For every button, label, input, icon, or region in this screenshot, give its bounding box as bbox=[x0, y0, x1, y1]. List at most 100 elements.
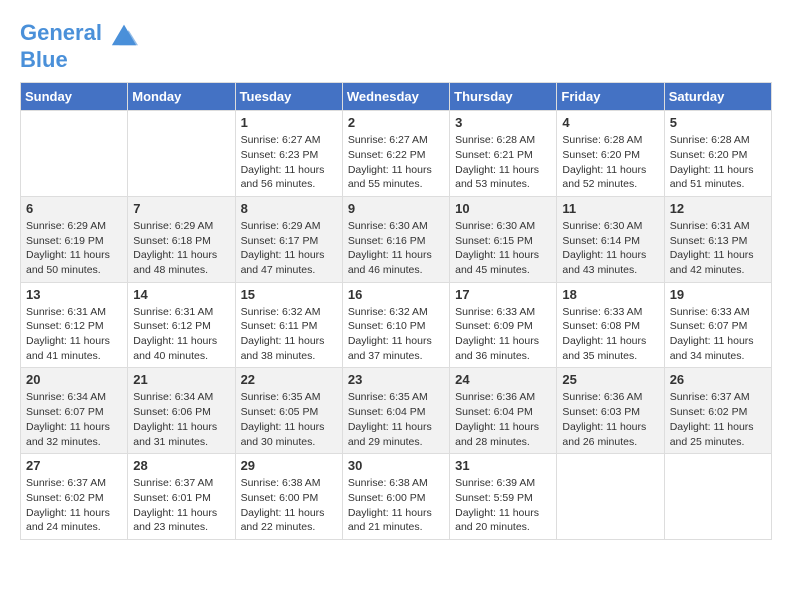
day-number: 28 bbox=[133, 458, 229, 473]
day-number: 31 bbox=[455, 458, 551, 473]
day-number: 11 bbox=[562, 201, 658, 216]
day-info: Sunrise: 6:38 AM Sunset: 6:00 PM Dayligh… bbox=[348, 476, 444, 535]
logo-blue: Blue bbox=[20, 48, 138, 72]
weekday-header: Tuesday bbox=[235, 83, 342, 111]
day-info: Sunrise: 6:30 AM Sunset: 6:15 PM Dayligh… bbox=[455, 219, 551, 278]
day-info: Sunrise: 6:30 AM Sunset: 6:14 PM Dayligh… bbox=[562, 219, 658, 278]
calendar-cell: 25 Sunrise: 6:36 AM Sunset: 6:03 PM Dayli… bbox=[557, 368, 664, 454]
day-number: 7 bbox=[133, 201, 229, 216]
calendar-cell bbox=[664, 454, 771, 540]
weekday-header: Sunday bbox=[21, 83, 128, 111]
calendar-cell: 6 Sunrise: 6:29 AM Sunset: 6:19 PM Daylig… bbox=[21, 196, 128, 282]
calendar-cell: 14Sunrise: 6:31 AM Sunset: 6:12 PM Dayli… bbox=[128, 282, 235, 368]
day-number: 16 bbox=[348, 287, 444, 302]
calendar-cell: 28 Sunrise: 6:37 AM Sunset: 6:01 PM Dayli… bbox=[128, 454, 235, 540]
day-info: Sunrise: 6:37 AM Sunset: 6:02 PM Dayligh… bbox=[670, 390, 766, 449]
day-number: 9 bbox=[348, 201, 444, 216]
calendar-cell: 4 Sunrise: 6:28 AM Sunset: 6:20 PM Daylig… bbox=[557, 111, 664, 197]
calendar-cell: 31 Sunrise: 6:39 AM Sunset: 5:59 PM Dayli… bbox=[450, 454, 557, 540]
day-number: 27 bbox=[26, 458, 122, 473]
calendar-cell: 20 Sunrise: 6:34 AM Sunset: 6:07 PM Dayli… bbox=[21, 368, 128, 454]
day-number: 3 bbox=[455, 115, 551, 130]
day-info: Sunrise: 6:37 AM Sunset: 6:02 PM Dayligh… bbox=[26, 476, 122, 535]
calendar-cell: 19 Sunrise: 6:33 AM Sunset: 6:07 PM Dayli… bbox=[664, 282, 771, 368]
calendar-cell: 23 Sunrise: 6:35 AM Sunset: 6:04 PM Dayli… bbox=[342, 368, 449, 454]
weekday-header: Monday bbox=[128, 83, 235, 111]
weekday-header: Saturday bbox=[664, 83, 771, 111]
day-number: 4 bbox=[562, 115, 658, 130]
day-number: 18 bbox=[562, 287, 658, 302]
day-info: Sunrise: 6:28 AM Sunset: 6:20 PM Dayligh… bbox=[562, 133, 658, 192]
day-info: Sunrise: 6:37 AM Sunset: 6:01 PM Dayligh… bbox=[133, 476, 229, 535]
day-number: 20 bbox=[26, 372, 122, 387]
calendar-table: SundayMondayTuesdayWednesdayThursdayFrid… bbox=[20, 82, 772, 540]
calendar-cell bbox=[557, 454, 664, 540]
day-info: Sunrise: 6:31 AM Sunset: 6:13 PM Dayligh… bbox=[670, 219, 766, 278]
calendar-cell: 24 Sunrise: 6:36 AM Sunset: 6:04 PM Dayli… bbox=[450, 368, 557, 454]
day-info: Sunrise: 6:36 AM Sunset: 6:03 PM Dayligh… bbox=[562, 390, 658, 449]
day-number: 23 bbox=[348, 372, 444, 387]
day-number: 10 bbox=[455, 201, 551, 216]
calendar-cell bbox=[128, 111, 235, 197]
day-info: Sunrise: 6:39 AM Sunset: 5:59 PM Dayligh… bbox=[455, 476, 551, 535]
calendar-cell: 12 Sunrise: 6:31 AM Sunset: 6:13 PM Dayli… bbox=[664, 196, 771, 282]
calendar-cell: 18 Sunrise: 6:33 AM Sunset: 6:08 PM Dayli… bbox=[557, 282, 664, 368]
day-info: Sunrise: 6:31 AM Sunset: 6:12 PM Dayligh… bbox=[133, 305, 229, 364]
day-number: 8 bbox=[241, 201, 337, 216]
calendar-cell: 3 Sunrise: 6:28 AM Sunset: 6:21 PM Daylig… bbox=[450, 111, 557, 197]
day-number: 19 bbox=[670, 287, 766, 302]
day-info: Sunrise: 6:33 AM Sunset: 6:08 PM Dayligh… bbox=[562, 305, 658, 364]
day-info: Sunrise: 6:29 AM Sunset: 6:18 PM Dayligh… bbox=[133, 219, 229, 278]
day-info: Sunrise: 6:33 AM Sunset: 6:07 PM Dayligh… bbox=[670, 305, 766, 364]
day-info: Sunrise: 6:34 AM Sunset: 6:07 PM Dayligh… bbox=[26, 390, 122, 449]
day-number: 6 bbox=[26, 201, 122, 216]
day-info: Sunrise: 6:31 AM Sunset: 6:12 PM Dayligh… bbox=[26, 305, 122, 364]
day-number: 12 bbox=[670, 201, 766, 216]
page-header: General Blue bbox=[20, 20, 772, 72]
day-info: Sunrise: 6:29 AM Sunset: 6:19 PM Dayligh… bbox=[26, 219, 122, 278]
day-number: 24 bbox=[455, 372, 551, 387]
calendar-cell: 1Sunrise: 6:27 AM Sunset: 6:23 PM Daylig… bbox=[235, 111, 342, 197]
day-info: Sunrise: 6:30 AM Sunset: 6:16 PM Dayligh… bbox=[348, 219, 444, 278]
day-info: Sunrise: 6:34 AM Sunset: 6:06 PM Dayligh… bbox=[133, 390, 229, 449]
day-info: Sunrise: 6:32 AM Sunset: 6:10 PM Dayligh… bbox=[348, 305, 444, 364]
calendar-cell: 7 Sunrise: 6:29 AM Sunset: 6:18 PM Daylig… bbox=[128, 196, 235, 282]
day-number: 22 bbox=[241, 372, 337, 387]
weekday-header: Wednesday bbox=[342, 83, 449, 111]
calendar-cell: 15 Sunrise: 6:32 AM Sunset: 6:11 PM Dayli… bbox=[235, 282, 342, 368]
day-info: Sunrise: 6:32 AM Sunset: 6:11 PM Dayligh… bbox=[241, 305, 337, 364]
calendar-cell: 9 Sunrise: 6:30 AM Sunset: 6:16 PM Daylig… bbox=[342, 196, 449, 282]
calendar-cell: 16 Sunrise: 6:32 AM Sunset: 6:10 PM Dayli… bbox=[342, 282, 449, 368]
logo: General Blue bbox=[20, 20, 138, 72]
calendar-cell: 22 Sunrise: 6:35 AM Sunset: 6:05 PM Dayli… bbox=[235, 368, 342, 454]
day-number: 26 bbox=[670, 372, 766, 387]
day-number: 15 bbox=[241, 287, 337, 302]
day-info: Sunrise: 6:38 AM Sunset: 6:00 PM Dayligh… bbox=[241, 476, 337, 535]
day-number: 21 bbox=[133, 372, 229, 387]
day-info: Sunrise: 6:35 AM Sunset: 6:04 PM Dayligh… bbox=[348, 390, 444, 449]
day-number: 30 bbox=[348, 458, 444, 473]
logo-text: General bbox=[20, 20, 138, 48]
day-info: Sunrise: 6:33 AM Sunset: 6:09 PM Dayligh… bbox=[455, 305, 551, 364]
calendar-cell: 8 Sunrise: 6:29 AM Sunset: 6:17 PM Daylig… bbox=[235, 196, 342, 282]
calendar-cell: 26 Sunrise: 6:37 AM Sunset: 6:02 PM Dayli… bbox=[664, 368, 771, 454]
day-info: Sunrise: 6:35 AM Sunset: 6:05 PM Dayligh… bbox=[241, 390, 337, 449]
day-info: Sunrise: 6:29 AM Sunset: 6:17 PM Dayligh… bbox=[241, 219, 337, 278]
calendar-cell: 11 Sunrise: 6:30 AM Sunset: 6:14 PM Dayli… bbox=[557, 196, 664, 282]
calendar-cell: 2Sunrise: 6:27 AM Sunset: 6:22 PM Daylig… bbox=[342, 111, 449, 197]
calendar-cell: 17 Sunrise: 6:33 AM Sunset: 6:09 PM Dayli… bbox=[450, 282, 557, 368]
calendar-cell: 27 Sunrise: 6:37 AM Sunset: 6:02 PM Dayli… bbox=[21, 454, 128, 540]
day-number: 17 bbox=[455, 287, 551, 302]
day-number: 2 bbox=[348, 115, 444, 130]
calendar-cell: 21 Sunrise: 6:34 AM Sunset: 6:06 PM Dayli… bbox=[128, 368, 235, 454]
day-info: Sunrise: 6:36 AM Sunset: 6:04 PM Dayligh… bbox=[455, 390, 551, 449]
calendar-cell: 30 Sunrise: 6:38 AM Sunset: 6:00 PM Dayli… bbox=[342, 454, 449, 540]
day-info: Sunrise: 6:28 AM Sunset: 6:20 PM Dayligh… bbox=[670, 133, 766, 192]
day-info: Sunrise: 6:28 AM Sunset: 6:21 PM Dayligh… bbox=[455, 133, 551, 192]
calendar-cell: 5 Sunrise: 6:28 AM Sunset: 6:20 PM Daylig… bbox=[664, 111, 771, 197]
weekday-header: Thursday bbox=[450, 83, 557, 111]
day-number: 25 bbox=[562, 372, 658, 387]
day-number: 5 bbox=[670, 115, 766, 130]
calendar-cell: 29Sunrise: 6:38 AM Sunset: 6:00 PM Dayli… bbox=[235, 454, 342, 540]
day-number: 1 bbox=[241, 115, 337, 130]
